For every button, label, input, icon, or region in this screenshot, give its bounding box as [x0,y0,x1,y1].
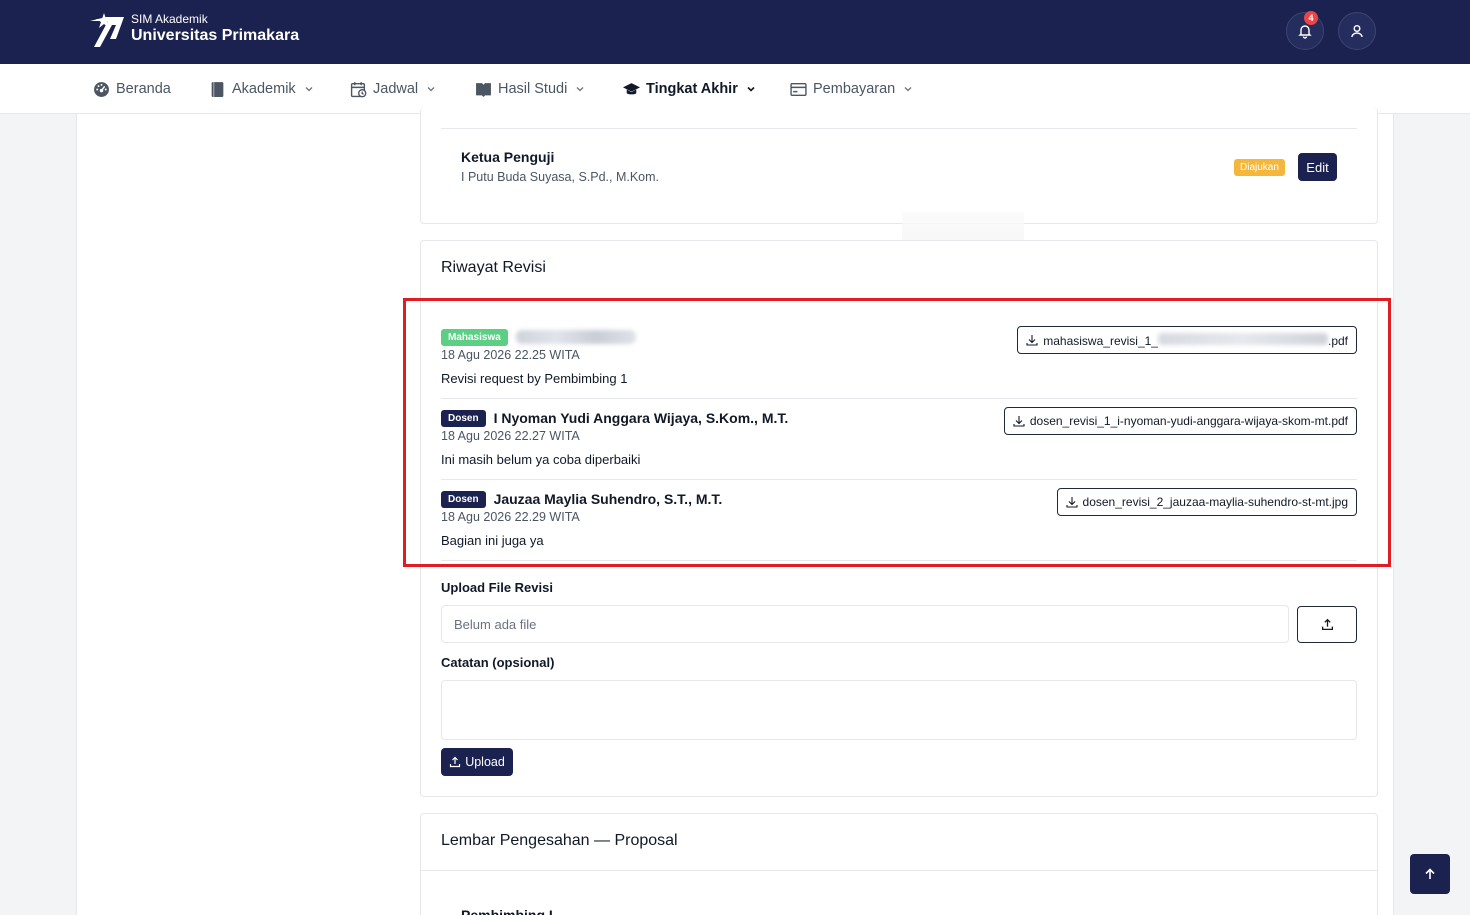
main-nav: Beranda Akademik Jadwal Hasil Studi Ting… [0,64,1470,114]
note-textarea[interactable] [441,680,1357,740]
status-badge: Diajukan [1234,159,1285,176]
nav-akademik[interactable]: Akademik [209,64,314,114]
nav-akademik-label: Akademik [232,81,296,97]
examiner-role: Ketua Penguji [461,149,555,165]
nav-hasil-studi-label: Hasil Studi [498,81,568,97]
brand-subtitle: SIM Akademik [131,12,208,26]
chevron-down-icon [427,87,435,92]
file-input[interactable]: Belum ada file [441,605,1289,643]
nav-jadwal[interactable]: Jadwal [350,64,436,114]
nav-jadwal-label: Jadwal [373,81,419,97]
user-icon [1351,25,1363,38]
graduation-cap-icon [623,82,640,94]
examiner-name: I Putu Buda Suyasa, S.Pd., M.Kom. [461,170,660,184]
section-divider [421,870,1377,871]
profile-button[interactable] [1338,12,1376,50]
top-bar: SIM Akademik Universitas Primakara 4 [0,0,1470,64]
chevron-down-icon [305,87,313,92]
chevron-down-icon [904,87,912,92]
notification-button[interactable]: 4 [1286,11,1324,50]
bell-icon [1298,25,1312,39]
scroll-to-top-button[interactable] [1410,854,1450,894]
approval-title: Lembar Pengesahan — Proposal [441,832,678,849]
nav-pembayaran[interactable]: Pembayaran [790,64,913,114]
edit-button[interactable]: Edit [1298,153,1337,181]
approval-first-item: Pembimbing I [461,907,553,915]
chevron-down-icon [747,86,755,92]
revision-history-title: Riwayat Revisi [441,259,546,276]
choose-file-button[interactable] [1297,606,1357,643]
book-open-icon [476,82,491,97]
nav-hasil-studi[interactable]: Hasil Studi [475,64,585,114]
upload-icon [450,756,461,768]
upload-button-label: Upload [465,755,505,769]
file-input-placeholder: Belum ada file [454,616,537,632]
dashboard-icon [94,81,109,97]
nav-tingkat-akhir[interactable]: Tingkat Akhir [623,64,756,114]
book-icon [211,81,224,97]
notification-count-badge: 4 [1304,11,1318,25]
approval-card [420,813,1378,915]
brand-title: Universitas Primakara [131,27,300,44]
arrow-up-icon [1425,868,1435,879]
upload-button[interactable]: Upload [441,748,513,776]
chevron-down-icon [576,87,584,92]
university-logo-icon[interactable] [86,11,126,51]
nav-beranda[interactable]: Beranda [93,64,171,114]
calendar-clock-icon [350,81,367,97]
upload-icon [1321,618,1333,631]
highlight-annotation-box [403,298,1391,567]
examiner-divider [441,128,1357,129]
upload-file-label: Upload File Revisi [441,580,553,595]
nav-tingkat-akhir-label: Tingkat Akhir [646,81,738,97]
card-icon [790,82,807,96]
note-label: Catatan (opsional) [441,655,555,670]
nav-beranda-label: Beranda [116,81,171,97]
nav-pembayaran-label: Pembayaran [813,81,896,97]
